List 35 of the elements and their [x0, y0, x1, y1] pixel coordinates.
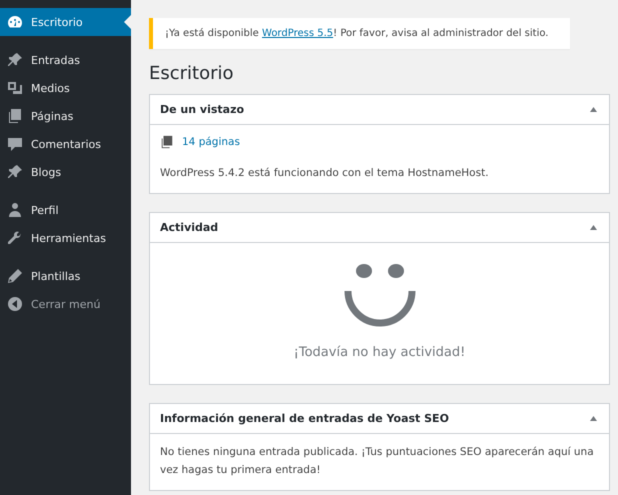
version-text: WordPress 5.4.2 está funcionando con el tema HostnameHost.: [160, 166, 490, 181]
sidebar-item[interactable]: Herramientas: [0, 224, 131, 252]
sidebar-item[interactable]: Entradas: [0, 46, 131, 74]
person-icon: [7, 202, 23, 218]
panel-title: De un vistazo: [160, 103, 244, 116]
wrench-icon: [7, 230, 23, 246]
panel-title: Información general de entradas de Yoast SEO: [160, 412, 449, 425]
pushpin-icon: [7, 52, 23, 68]
yoast-message: No tienes ninguna entrada publicada. ¡Tus puntuaciones SEO aparecerán aquí una vez hagas tu primera entrada!: [160, 444, 595, 478]
pages-icon: [160, 135, 174, 149]
panel-title: Actividad: [160, 220, 218, 234]
triangle-up-icon: [590, 224, 596, 230]
sidebar-item[interactable]: Medios: [0, 74, 131, 102]
dashboard-icon: [7, 14, 23, 30]
sidebar-item[interactable]: Blogs: [0, 158, 131, 186]
sidebar-item[interactable]: Perfil: [0, 196, 131, 224]
pages-count-link[interactable]: 14 páginas: [182, 136, 240, 148]
sidebar-item[interactable]: Comentarios: [0, 130, 131, 158]
sidebar-item[interactable]: Escritorio: [0, 8, 131, 36]
pages-icon: [7, 108, 23, 124]
collapse-menu-button[interactable]: Cerrar menú: [0, 290, 131, 318]
sidebar-item[interactable]: Plantillas: [0, 262, 131, 290]
page-title: Escritorio: [149, 63, 235, 84]
update-link[interactable]: WordPress 5.5: [262, 28, 334, 39]
speech-bubble-icon: [7, 136, 23, 152]
pencil-icon: [7, 268, 23, 284]
collapse-icon: [7, 296, 23, 312]
triangle-up-icon: [590, 416, 596, 421]
pushpin-icon: [7, 164, 23, 180]
media-icon: [7, 80, 23, 96]
smiley-icon: [344, 262, 416, 327]
sidebar-item[interactable]: Páginas: [0, 102, 131, 130]
update-notice: ¡Ya está disponible WordPress 5.5! Por favor, avisa al administrador del sitio.: [149, 18, 570, 49]
triangle-up-icon: [590, 107, 596, 112]
empty-activity-text: ¡Todavía no hay actividad!: [294, 344, 466, 360]
